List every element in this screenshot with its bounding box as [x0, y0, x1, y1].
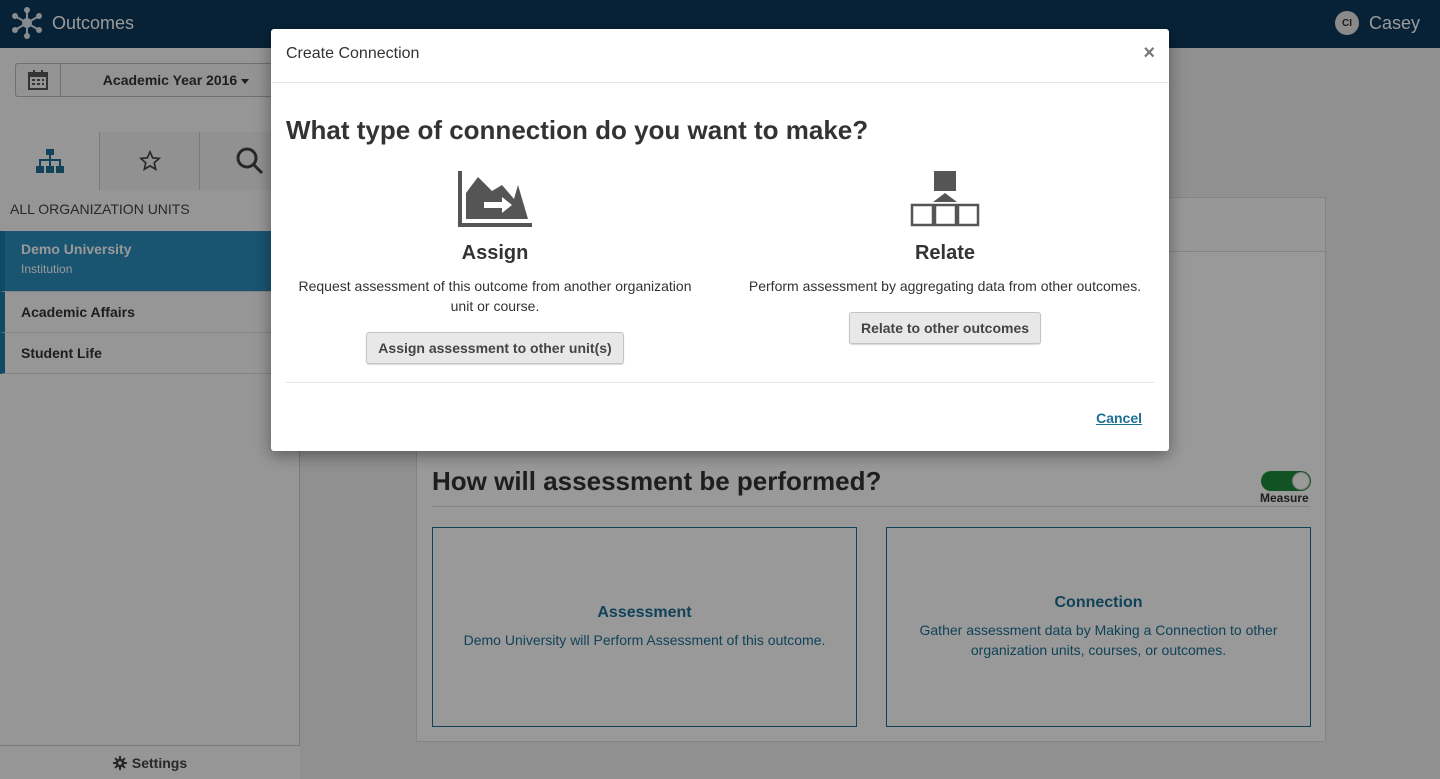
relate-title: Relate [914, 242, 976, 264]
modal-divider [286, 382, 1154, 383]
create-connection-modal: Create Connection × What type of connect… [271, 29, 1169, 451]
connection-question: What type of connection do you want to m… [286, 115, 869, 145]
close-icon[interactable]: × [1143, 42, 1155, 65]
hierarchy-icon [910, 171, 980, 227]
assign-description: Request assessment of this outcome from … [298, 278, 692, 314]
assign-title: Assign [461, 242, 529, 264]
modal-title: Create Connection [286, 45, 420, 62]
cancel-link[interactable]: Cancel [1096, 410, 1142, 426]
relate-description: Perform assessment by aggregating data f… [748, 278, 1142, 294]
assign-option: Assign Request assessment of this outcom… [285, 167, 705, 364]
relate-option: Relate Perform assessment by aggregating… [735, 167, 1155, 344]
relate-button[interactable]: Relate to other outcomes [848, 312, 1042, 344]
assign-button[interactable]: Assign assessment to other unit(s) [366, 332, 624, 364]
chart-arrow-icon [458, 171, 532, 227]
modal-header: Create Connection × [271, 29, 1169, 83]
